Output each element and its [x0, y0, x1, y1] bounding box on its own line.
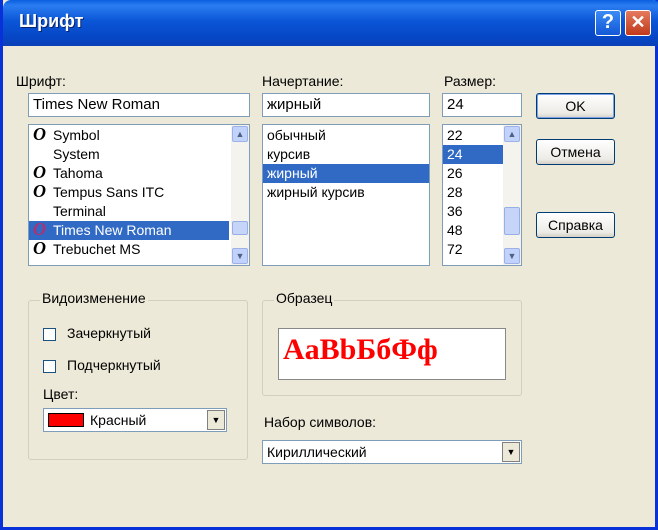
charset-value: Кириллический	[267, 444, 367, 460]
opentype-font-icon: O	[33, 181, 46, 201]
scroll-thumb[interactable]	[504, 207, 520, 235]
font-list-item[interactable]: O Times New Roman	[29, 219, 229, 240]
size-list-item[interactable]: 36	[443, 202, 503, 221]
font-list-item[interactable]: System	[29, 145, 229, 164]
help-icon[interactable]: ?	[595, 10, 621, 36]
scroll-down-arrow-icon[interactable]: ▼	[504, 248, 520, 264]
font-list-item-label: Tempus Sans ITC	[53, 184, 165, 200]
effects-group	[28, 300, 248, 460]
style-list-item[interactable]: обычный	[263, 126, 429, 145]
ok-button[interactable]: OK	[536, 93, 615, 119]
font-input[interactable]: Times New Roman	[28, 93, 250, 117]
sample-preview: AaBbБбФф	[278, 328, 506, 380]
font-list-item-label: System	[53, 146, 100, 162]
size-input[interactable]: 24	[442, 93, 522, 117]
color-swatch	[48, 413, 84, 427]
font-list-item[interactable]: O Tempus Sans ITC	[29, 181, 229, 202]
effects-label: Видоизменение	[40, 290, 148, 306]
font-list-scrollbar[interactable]: ▲ ▼	[231, 125, 249, 265]
chevron-down-icon[interactable]: ▼	[502, 442, 520, 462]
strikeout-checkbox[interactable]	[43, 328, 56, 341]
opentype-font-icon: O	[33, 238, 46, 258]
font-list-item[interactable]: O Tahoma	[29, 162, 229, 183]
size-list-item-label: 72	[447, 241, 463, 257]
size-list-item-label: 26	[447, 165, 463, 181]
font-listbox[interactable]: O Trebuchet MS O Times New Roman Terminal O Te…	[28, 124, 250, 266]
underline-checkbox[interactable]	[43, 360, 56, 373]
charset-label: Набор символов:	[264, 414, 377, 430]
strikeout-label[interactable]: Зачеркнутый	[67, 325, 151, 341]
scroll-up-arrow-icon[interactable]: ▲	[504, 126, 520, 142]
close-icon[interactable]: ✕	[625, 10, 651, 36]
scroll-up-arrow-icon[interactable]: ▲	[232, 126, 248, 142]
style-list-item-label: жирный	[267, 165, 318, 181]
style-list-item[interactable]: курсив	[263, 145, 429, 164]
sample-label: Образец	[274, 290, 335, 306]
font-list-item[interactable]: Terminal	[29, 202, 229, 221]
style-list-item-label: жирный курсив	[267, 184, 365, 200]
size-list-item[interactable]: 72	[443, 240, 503, 259]
opentype-font-icon: O	[33, 124, 46, 144]
size-list-item-label: 24	[447, 146, 463, 162]
color-value: Красный	[90, 412, 147, 428]
chevron-down-icon[interactable]: ▼	[207, 410, 225, 430]
sample-text: AaBbБбФф	[283, 333, 438, 366]
size-list-item-label: 48	[447, 222, 463, 238]
size-list-item-label: 36	[447, 203, 463, 219]
size-list-item[interactable]: 28	[443, 183, 503, 202]
scroll-down-arrow-icon[interactable]: ▼	[232, 248, 248, 264]
font-list-item-label: Tahoma	[53, 165, 103, 181]
font-dialog: Шрифт ? ✕ Шрифт: Times New Roman O Trebuc…	[0, 0, 658, 530]
cancel-button[interactable]: Отмена	[536, 139, 615, 165]
size-list-scrollbar[interactable]: ▲ ▼	[503, 125, 521, 265]
font-list-item-label: Times New Roman	[53, 222, 172, 238]
size-list-item[interactable]: 48	[443, 221, 503, 240]
size-list-item[interactable]: 24	[443, 145, 503, 164]
scroll-thumb[interactable]	[232, 221, 248, 235]
size-listbox[interactable]: 72 48 36 28 26 24 22 ▲ ▼	[442, 124, 522, 266]
style-list-item[interactable]: жирный курсив	[263, 183, 429, 202]
style-listbox[interactable]: жирный курсив жирный курсив обычный	[262, 124, 430, 266]
size-list-item[interactable]: 26	[443, 164, 503, 183]
color-select[interactable]: Красный ▼	[43, 408, 227, 432]
window-title: Шрифт	[19, 11, 84, 31]
font-list-item-label: Trebuchet MS	[53, 241, 141, 257]
help-button[interactable]: Справка	[536, 212, 615, 238]
size-list-item[interactable]: 22	[443, 126, 503, 145]
style-label: Начертание:	[262, 73, 344, 89]
font-list-item[interactable]: O Symbol	[29, 124, 229, 145]
underline-label[interactable]: Подчеркнутый	[67, 357, 161, 373]
style-input[interactable]: жирный	[262, 93, 430, 117]
size-list-item-label: 28	[447, 184, 463, 200]
style-list-item[interactable]: жирный	[263, 164, 429, 183]
font-label: Шрифт:	[16, 73, 66, 89]
size-list-item-label: 22	[447, 127, 463, 143]
charset-select[interactable]: Кириллический ▼	[262, 440, 522, 464]
font-list-item-label: Symbol	[53, 127, 100, 143]
size-label: Размер:	[444, 73, 497, 89]
opentype-font-icon: O	[33, 162, 46, 182]
style-list-item-label: обычный	[267, 127, 326, 143]
font-list-item-label: Terminal	[53, 203, 106, 219]
opentype-font-icon: O	[33, 219, 46, 239]
color-label: Цвет:	[43, 386, 79, 402]
title-bar[interactable]: Шрифт ? ✕	[3, 0, 658, 46]
style-list-item-label: курсив	[267, 146, 311, 162]
font-list-item[interactable]: O Trebuchet MS	[29, 238, 229, 259]
